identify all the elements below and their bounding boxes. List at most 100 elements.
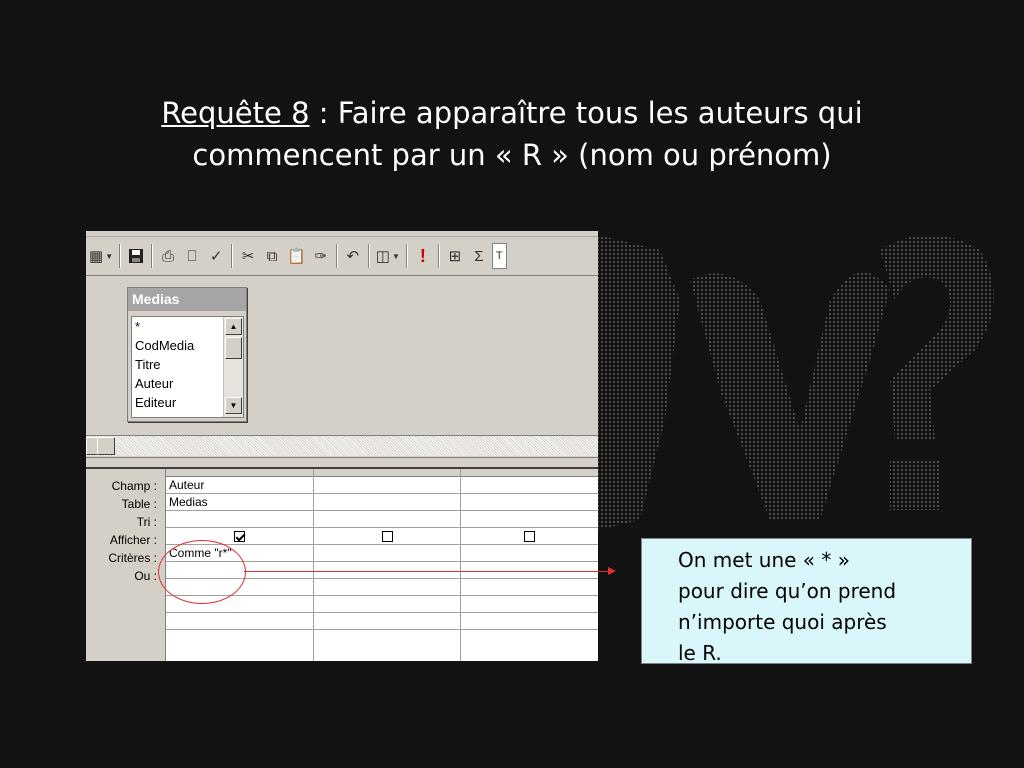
run-icon: ! [419,245,426,266]
paste-button[interactable]: 📋 [285,243,308,269]
cell-empty[interactable] [166,613,313,630]
field-list-box: * CodMedia Titre Auteur Editeur ▲ ▼ [131,316,244,418]
cell-criteres[interactable] [461,545,598,562]
column-selector[interactable] [166,469,313,477]
run-button[interactable]: ! [412,243,434,269]
toolbar-separator [367,244,370,268]
save-icon [129,249,144,263]
column-selector[interactable] [461,469,598,477]
dropdown-arrow-icon: ▼ [391,251,400,261]
cell-table[interactable] [314,494,460,511]
callout-line: n’importe quoi après [678,610,887,634]
title-text: : Faire apparaître tous les auteurs qui [309,96,863,130]
show-table-icon: ⊞ [448,248,462,265]
show-table-button[interactable]: ⊞ [444,243,466,269]
query-type-icon: ◫ [375,248,390,265]
row-label-table: Table : [121,497,157,511]
grid-column-2[interactable] [314,469,461,661]
top-values-box[interactable]: T [491,243,507,269]
cell-afficher[interactable] [461,528,598,545]
title-line-2: commencent par un « R » (nom ou prénom) [192,138,832,172]
row-label-ou: Ou : [134,569,157,583]
cell-champ[interactable]: Auteur [166,477,313,494]
column-selector[interactable] [314,469,460,477]
cell-tri[interactable] [461,511,598,528]
spelling-icon: ✓ [209,248,223,265]
query-type-button[interactable]: ◫ ▼ [374,243,402,269]
cell-criteres[interactable] [314,545,460,562]
row-label-champ: Champ : [111,479,157,493]
callout-line: le R. [678,641,722,665]
callout-box: On met une « * » pour dire qu’on prend n… [641,538,972,665]
title-number: Requête 8 [161,96,310,130]
copy-button[interactable]: ⧉ [261,243,283,269]
datasheet-view-icon: ▦ [89,248,104,265]
callout-line: On met une « * » [678,548,850,572]
undo-button[interactable]: ↶ [342,243,364,269]
toolbar-separator [335,244,338,268]
top-values-text: T [495,250,503,262]
cell-empty[interactable] [314,596,460,613]
toolbar-separator [231,244,234,268]
grid-column-3[interactable] [461,469,598,661]
print-preview-button[interactable]: ⎕ [181,243,203,269]
cell-empty[interactable] [314,579,460,596]
scroll-down-button[interactable]: ▼ [225,397,242,414]
totals-button[interactable]: Σ [468,243,490,269]
pane-splitter[interactable] [86,457,598,469]
toolbar: ▦ ▼ ⎙ ⎕ ✓ ✂ ⧉ 📋 ✑ ↶ ◫ ▼ ! ⊞ Σ T [86,237,598,276]
scroll-thumb[interactable] [97,437,115,455]
totals-icon: Σ [474,247,484,265]
row-label-afficher: Afficher : [109,533,157,547]
save-button[interactable] [125,243,147,269]
datasheet-view-button[interactable]: ▦ ▼ [87,243,115,269]
cut-icon: ✂ [241,248,255,265]
query-design-window: ▦▼ ⎙ ⎕ ✓ ✂ ⧉ 📋 ✑ ↶ ◫▼ ! ⊞ Σ T Medias * [86,231,598,661]
print-preview-icon: ⎕ [187,247,197,265]
cut-button[interactable]: ✂ [237,243,259,269]
cell-empty[interactable] [461,579,598,596]
toolbar-separator [119,244,122,268]
print-icon: ⎙ [162,247,175,265]
cell-champ[interactable] [314,477,460,494]
arrow-down-icon: ▼ [229,401,238,410]
row-label-criteres: Critères : [108,551,157,565]
cell-afficher[interactable] [314,528,460,545]
row-label-spacer [86,469,164,477]
slide-title: Requête 8 : Faire apparaître tous les au… [60,92,964,176]
format-painter-button[interactable]: ✑ [310,243,332,269]
arrow-up-icon: ▲ [229,322,238,331]
cell-tri[interactable] [314,511,460,528]
field-list-title: Medias [128,288,246,311]
callout-line: pour dire qu’on prend [678,579,897,603]
scroll-thumb[interactable] [225,337,242,359]
cell-empty[interactable] [461,596,598,613]
cell-tri[interactable] [166,511,313,528]
arrow-head-icon [608,567,616,575]
row-labels: Champ : Table : Tri : Afficher : Critère… [86,469,164,585]
toolbar-separator [405,244,408,268]
cell-table[interactable] [461,494,598,511]
field-list-medias[interactable]: Medias * CodMedia Titre Auteur Editeur ▲… [127,287,247,422]
toolbar-separator [437,244,440,268]
format-painter-icon: ✑ [314,248,328,265]
annotation-arrow-line [244,571,610,572]
cell-champ[interactable] [461,477,598,494]
highlight-ellipse [158,540,246,604]
dropdown-arrow-icon: ▼ [105,251,114,261]
show-checkbox[interactable] [524,531,535,542]
print-button[interactable]: ⎙ [157,243,179,269]
cell-table[interactable]: Medias [166,494,313,511]
paste-icon: 📋 [287,248,306,265]
scroll-up-button[interactable]: ▲ [225,318,242,335]
show-checkbox[interactable] [381,531,393,542]
undo-icon: ↶ [346,248,360,265]
field-list-scrollbar[interactable]: ▲ ▼ [223,317,243,417]
row-label-tri: Tri : [136,515,157,529]
cell-empty[interactable] [461,613,598,630]
horizontal-scrollbar[interactable] [86,435,598,456]
spelling-button[interactable]: ✓ [205,243,227,269]
table-pane: Medias * CodMedia Titre Auteur Editeur ▲… [86,276,598,436]
show-checkbox-checked[interactable] [234,531,245,542]
cell-empty[interactable] [314,613,460,630]
